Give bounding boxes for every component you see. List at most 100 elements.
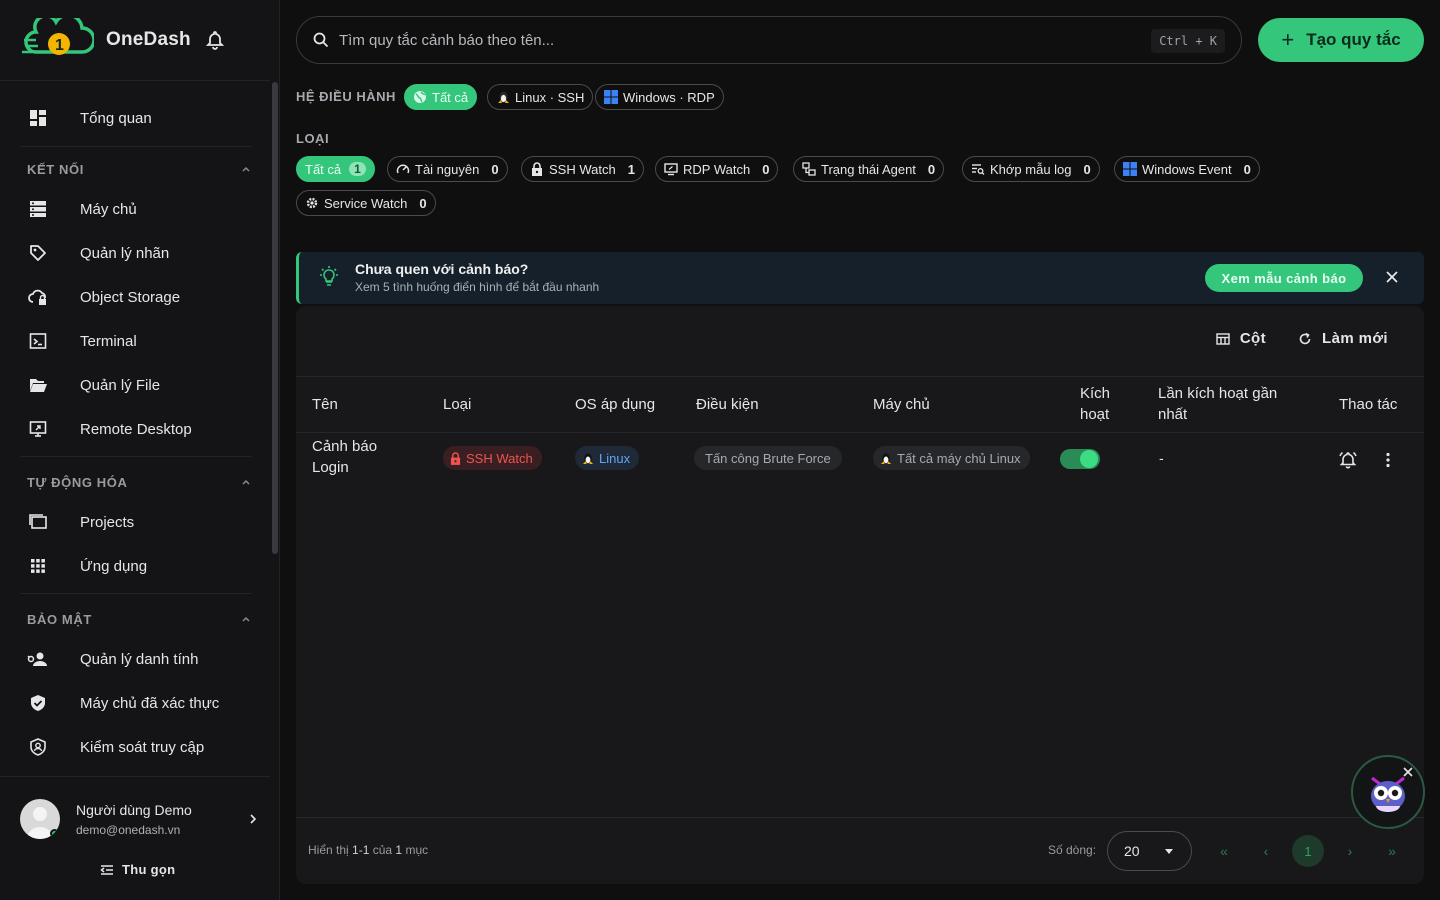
first-page-button[interactable]: « [1208, 835, 1240, 867]
chip-label: Tất cả [305, 161, 342, 177]
header-line: nhất [1158, 406, 1188, 423]
type-chip-all[interactable]: Tất cả 1 [296, 156, 375, 182]
close-icon[interactable] [1402, 766, 1414, 778]
os-chip-all[interactable]: Tất cả [404, 84, 478, 110]
sidebar-item-label: Kiểm soát truy cập [80, 738, 205, 756]
dashboard-icon [20, 109, 56, 127]
column-header-condition[interactable]: Điều kiện [696, 394, 759, 415]
avatar [20, 799, 60, 839]
shield-user-icon [20, 738, 56, 756]
sidebar-item-remote-desktop[interactable]: Remote Desktop [20, 409, 260, 449]
os-chip-windows[interactable]: Windows · RDP [595, 84, 724, 110]
column-header-os[interactable]: OS áp dụng [575, 394, 655, 415]
type-chip-resource[interactable]: Tài nguyên 0 [387, 156, 508, 182]
keyboard-shortcut-hint: Ctrl + K [1151, 29, 1225, 53]
folder-open-icon [20, 377, 56, 393]
server-icon [20, 200, 56, 218]
tag-icon [20, 244, 56, 262]
sidebar-item-object-storage[interactable]: Object Storage [20, 277, 260, 317]
sidebar-item-label: Tổng quan [80, 109, 152, 127]
view-templates-button[interactable]: Xem mẫu cảnh báo [1205, 264, 1363, 292]
condition-badge: Tấn công Brute Force [694, 446, 842, 470]
type-badge-label: SSH Watch [466, 450, 533, 466]
sidebar-divider [0, 80, 270, 81]
section-title: KẾT NỐI [27, 161, 84, 177]
last-page-button[interactable]: » [1376, 835, 1408, 867]
sidebar-item-projects[interactable]: Projects [20, 502, 260, 542]
section-security[interactable]: BẢO MẬT [27, 609, 252, 629]
refresh-button[interactable]: Làm mới [1298, 330, 1388, 347]
sidebar-divider [20, 146, 252, 147]
type-chip-windows-event[interactable]: Windows Event 0 [1114, 156, 1260, 182]
type-chip-ssh-watch[interactable]: SSH Watch 1 [521, 156, 644, 182]
next-page-button[interactable]: › [1334, 835, 1366, 867]
type-chip-log-match[interactable]: Khớp mẫu log 0 [962, 156, 1100, 182]
table-footer-border [296, 817, 1424, 818]
bell-icon[interactable] [205, 30, 225, 50]
double-chevron-left-icon: « [1220, 843, 1228, 859]
sidebar-item-terminal[interactable]: Terminal [20, 321, 260, 361]
more-vertical-icon[interactable] [1378, 450, 1398, 470]
sidebar-item-file-manager[interactable]: Quản lý File [20, 365, 260, 405]
rule-name-line: Cảnh báo [312, 438, 378, 455]
os-badge-label: Linux [599, 450, 631, 466]
rows-per-page-select[interactable]: 20 [1107, 831, 1192, 871]
brand[interactable]: 1 OneDash [22, 18, 225, 62]
chip-count: 0 [762, 161, 770, 177]
type-chip-rdp-watch[interactable]: RDP Watch 0 [655, 156, 779, 182]
column-header-name[interactable]: Tên [312, 394, 338, 415]
svg-text:1: 1 [55, 37, 64, 54]
lightbulb-icon [320, 266, 338, 286]
os-chip-linux[interactable]: Linux · SSH [487, 84, 594, 110]
section-title: BẢO MẬT [27, 611, 92, 627]
sidebar-item-apps[interactable]: Ứng dụng [20, 546, 260, 586]
user-profile[interactable]: Người dùng Demo demo@onedash.vn [20, 798, 270, 840]
windows-icon [1123, 162, 1137, 176]
create-rule-button[interactable]: + Tạo quy tắc [1258, 18, 1424, 62]
chip-label: RDP Watch [683, 161, 751, 177]
sidebar-item-access-control[interactable]: Kiểm soát truy cập [20, 727, 260, 767]
sidebar-item-labels[interactable]: Quản lý nhãn [20, 233, 260, 273]
prev-page-button[interactable]: ‹ [1250, 835, 1282, 867]
collapse-sidebar-button[interactable]: Thu gọn [100, 862, 175, 877]
rule-name[interactable]: Cảnh báo Login [312, 436, 377, 478]
os-badge: Linux [575, 446, 640, 470]
chevron-right-icon [250, 814, 257, 824]
columns-button[interactable]: Cột [1216, 330, 1266, 347]
remote-desktop-icon [20, 420, 56, 438]
column-header-last-triggered[interactable]: Lần kích hoạt gần nhất [1158, 383, 1277, 425]
search-input[interactable] [339, 31, 1119, 49]
sidebar-item-verified-servers[interactable]: Máy chủ đã xác thực [20, 683, 260, 723]
column-header-type[interactable]: Loại [443, 394, 471, 415]
active-toggle[interactable] [1060, 449, 1100, 469]
plus-icon: + [1281, 27, 1295, 52]
cloud-lock-icon [20, 288, 56, 306]
section-connect[interactable]: KẾT NỐI [27, 159, 252, 179]
type-chip-agent-status[interactable]: Trạng thái Agent 0 [793, 156, 945, 182]
online-status-dot [50, 829, 59, 838]
column-header-active[interactable]: Kích hoạt [1080, 383, 1110, 425]
bell-ring-icon[interactable] [1338, 450, 1358, 470]
page-button-current[interactable]: 1 [1292, 835, 1324, 867]
sidebar-item-overview[interactable]: Tổng quan [20, 98, 260, 138]
close-icon[interactable] [1385, 270, 1399, 284]
rows-per-page-value: 20 [1124, 843, 1140, 859]
rules-table-panel: Cột Làm mới Tên Loại OS áp dụng Điều kiệ… [296, 306, 1424, 884]
chip-count: 0 [927, 161, 936, 177]
sidebar-item-identity[interactable]: Quản lý danh tính [20, 639, 260, 679]
column-header-host[interactable]: Máy chủ [873, 394, 930, 415]
chip-count: 1 [349, 162, 366, 176]
sidebar-item-label: Quản lý danh tính [80, 650, 199, 668]
search-bar[interactable]: Ctrl + K [296, 16, 1242, 64]
banner-subtitle: Xem 5 tình huống điển hình để bắt đầu nh… [355, 280, 600, 294]
sidebar-scrollbar[interactable] [272, 82, 278, 554]
table-header-bottom-border [296, 432, 1424, 433]
type-chip-service-watch[interactable]: Service Watch 0 [296, 190, 436, 216]
section-automation[interactable]: TỰ ĐỘNG HÓA [27, 472, 252, 492]
projects-icon [20, 513, 56, 531]
sidebar-item-servers[interactable]: Máy chủ [20, 189, 260, 229]
sidebar-item-label: Terminal [80, 332, 137, 350]
gear-icon [305, 196, 319, 210]
sidebar-item-label: Remote Desktop [80, 420, 192, 438]
linux-tux-icon [496, 90, 510, 104]
